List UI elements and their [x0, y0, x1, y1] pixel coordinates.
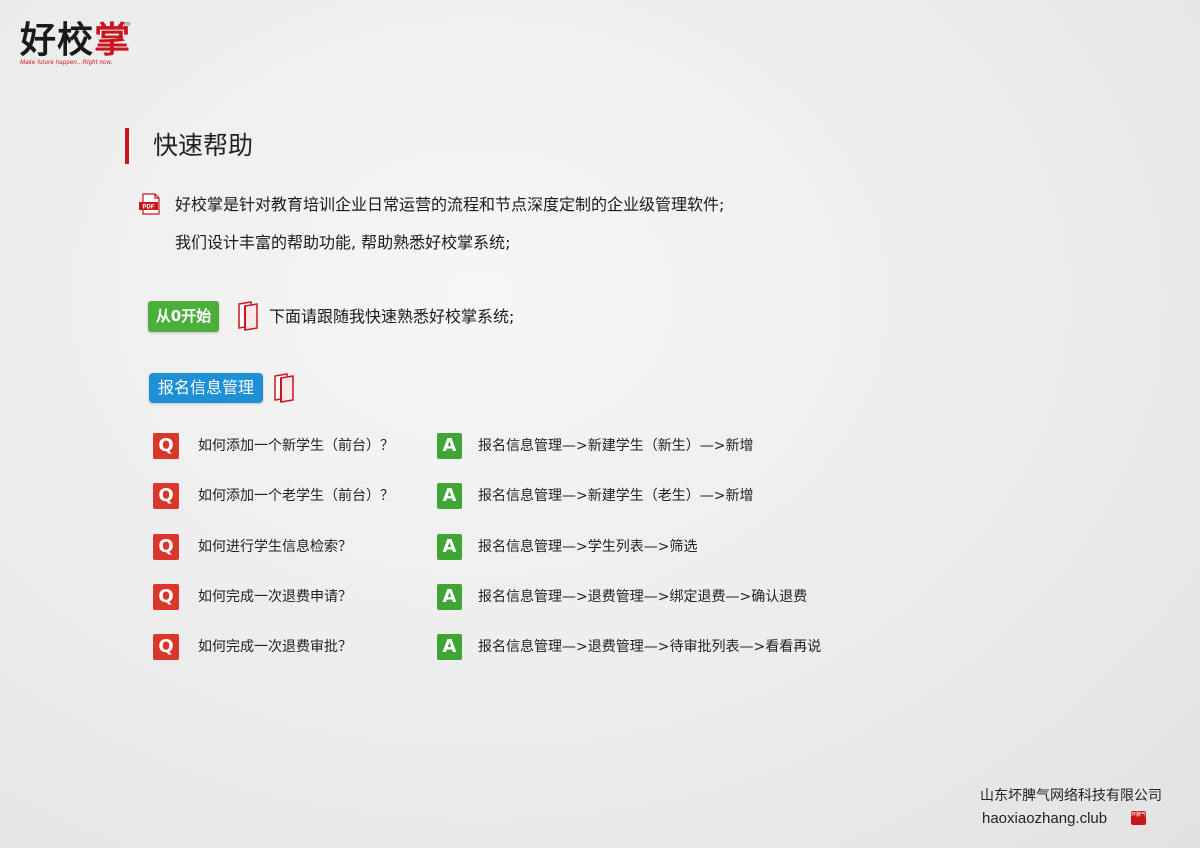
- section-accent-bar: [125, 128, 129, 164]
- qa-row: Q 如何添加一个新学生（前台）？ A 报名信息管理—>新建学生（新生）—>新增: [0, 433, 1200, 463]
- answer-text: 报名信息管理—>新建学生（老生）—>新增: [478, 488, 754, 504]
- question-text: 如何添加一个新学生（前台）？: [198, 438, 394, 454]
- logo-char-1: 好: [20, 20, 58, 61]
- answer-icon: A: [437, 534, 462, 560]
- book-icon: [238, 301, 258, 331]
- answer-text: 报名信息管理—>新建学生（新生）—>新增: [478, 438, 754, 454]
- svg-text:PDF: PDF: [143, 205, 155, 211]
- question-icon: Q: [153, 433, 179, 459]
- answer-icon: A: [437, 584, 462, 610]
- answer-text: 报名信息管理—>退费管理—>待审批列表—>看看再说: [478, 639, 822, 655]
- question-icon: Q: [153, 534, 179, 560]
- question-icon: Q: [153, 483, 179, 509]
- answer-icon: A: [437, 483, 462, 509]
- qa-row: Q 如何添加一个老学生（前台）？ A 报名信息管理—>新建学生（老生）—>新增: [0, 483, 1200, 513]
- logo-char-2: 校: [57, 20, 95, 61]
- qa-row: Q 如何完成一次退费申请？ A 报名信息管理—>退费管理—>绑定退费—>确认退费: [0, 584, 1200, 614]
- intro-line-1: 好校掌是针对教育培训企业日常运营的流程和节点深度定制的企业级管理软件;: [175, 195, 725, 214]
- answer-icon: A: [437, 634, 462, 660]
- question-icon: Q: [153, 634, 179, 660]
- answer-text: 报名信息管理—>退费管理—>绑定退费—>确认退费: [478, 589, 808, 605]
- logo: 好校掌 TM Make future happen...Right now.: [20, 22, 131, 67]
- start-text: 下面请跟随我快速熟悉好校掌系统;: [269, 307, 515, 326]
- book-icon: [274, 373, 294, 403]
- qa-row: Q 如何进行学生信息检索？ A 报名信息管理—>学生列表—>筛选: [0, 534, 1200, 564]
- question-text: 如何完成一次退费审批？: [198, 639, 352, 655]
- intro-line-2: 我们设计丰富的帮助功能, 帮助熟悉好校掌系统;: [175, 233, 511, 252]
- question-text: 如何进行学生信息检索？: [198, 539, 352, 555]
- question-text: 如何完成一次退费申请？: [198, 589, 352, 605]
- qa-row: Q 如何完成一次退费审批？ A 报名信息管理—>退费管理—>待审批列表—>看看再…: [0, 634, 1200, 664]
- pdf-icon: PDF: [139, 193, 160, 215]
- start-badge: 从0开始: [148, 301, 219, 332]
- logo-wordmark: 好校掌: [20, 22, 131, 60]
- question-text: 如何添加一个老学生（前台）？: [198, 488, 394, 504]
- module-badge: 报名信息管理: [149, 373, 263, 403]
- answer-icon: A: [437, 433, 462, 459]
- question-icon: Q: [153, 584, 179, 610]
- website-link[interactable]: haoxiaozhang.club: [982, 809, 1107, 829]
- page-title: 快速帮助: [153, 131, 254, 160]
- stamp-icon: 坏脾气: [1131, 811, 1146, 825]
- answer-text: 报名信息管理—>学生列表—>筛选: [478, 539, 698, 555]
- company-name: 山东坏脾气网络科技有限公司: [980, 788, 1162, 804]
- logo-trademark: TM: [123, 22, 131, 28]
